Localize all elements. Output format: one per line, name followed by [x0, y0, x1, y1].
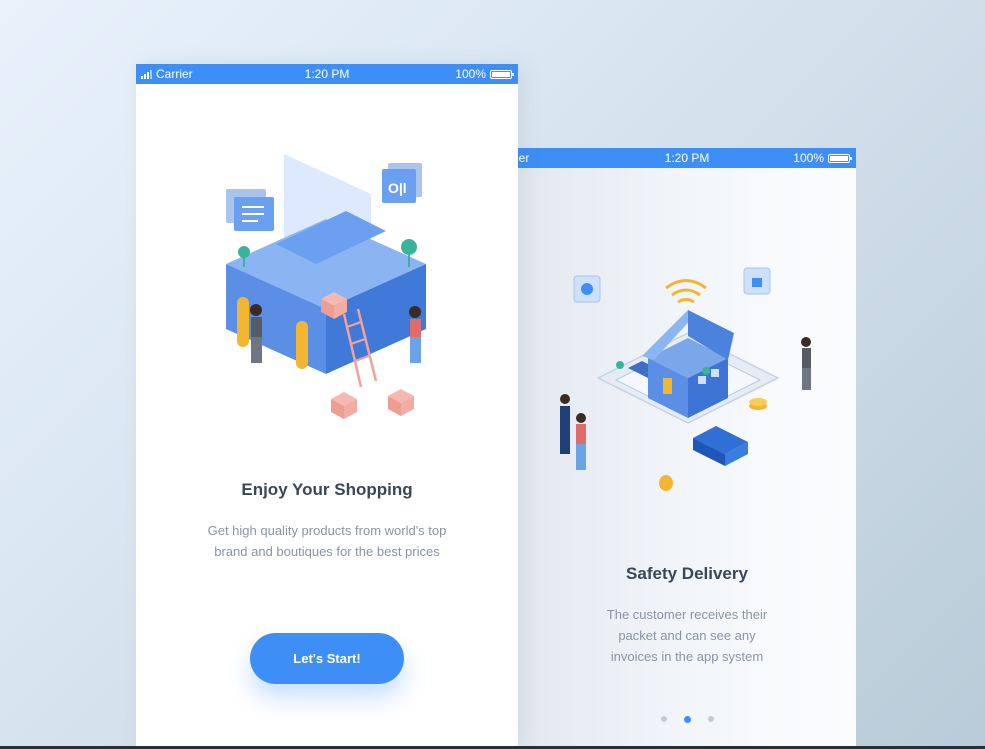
isometric-delivery-house-illustration: [560, 267, 811, 491]
status-bar: Carrier 1:20 PM 100%: [136, 64, 518, 84]
shopping-onboarding-screen: Carrier 1:20 PM 100% O|l Enjoy Your Shop…: [136, 64, 518, 746]
battery-icon: [490, 69, 514, 79]
isometric-shopping-store-illustration: O|l: [226, 154, 426, 419]
pagination-dot[interactable]: [707, 716, 714, 722]
pagination-dot[interactable]: [660, 716, 667, 722]
svg-text:O|l: O|l: [388, 180, 407, 196]
screen-title: Enjoy Your Shopping: [241, 480, 413, 499]
status-bar: rier 1:20 PM 100%: [518, 148, 856, 168]
lets-start-button[interactable]: Let's Start!: [250, 633, 404, 684]
battery-percent: 100%: [455, 67, 486, 81]
screen-description: Get high quality products from world's t…: [207, 523, 447, 559]
battery-percent: 100%: [793, 151, 824, 165]
pagination-dots: [518, 715, 856, 723]
battery-icon: [828, 153, 852, 163]
screen-title: Safety Delivery: [626, 564, 748, 583]
delivery-onboarding-screen: rier 1:20 PM 100%: [518, 148, 856, 746]
screen-description: The customer receives their packet and c…: [606, 607, 768, 664]
pagination-dot-active[interactable]: [683, 715, 691, 723]
